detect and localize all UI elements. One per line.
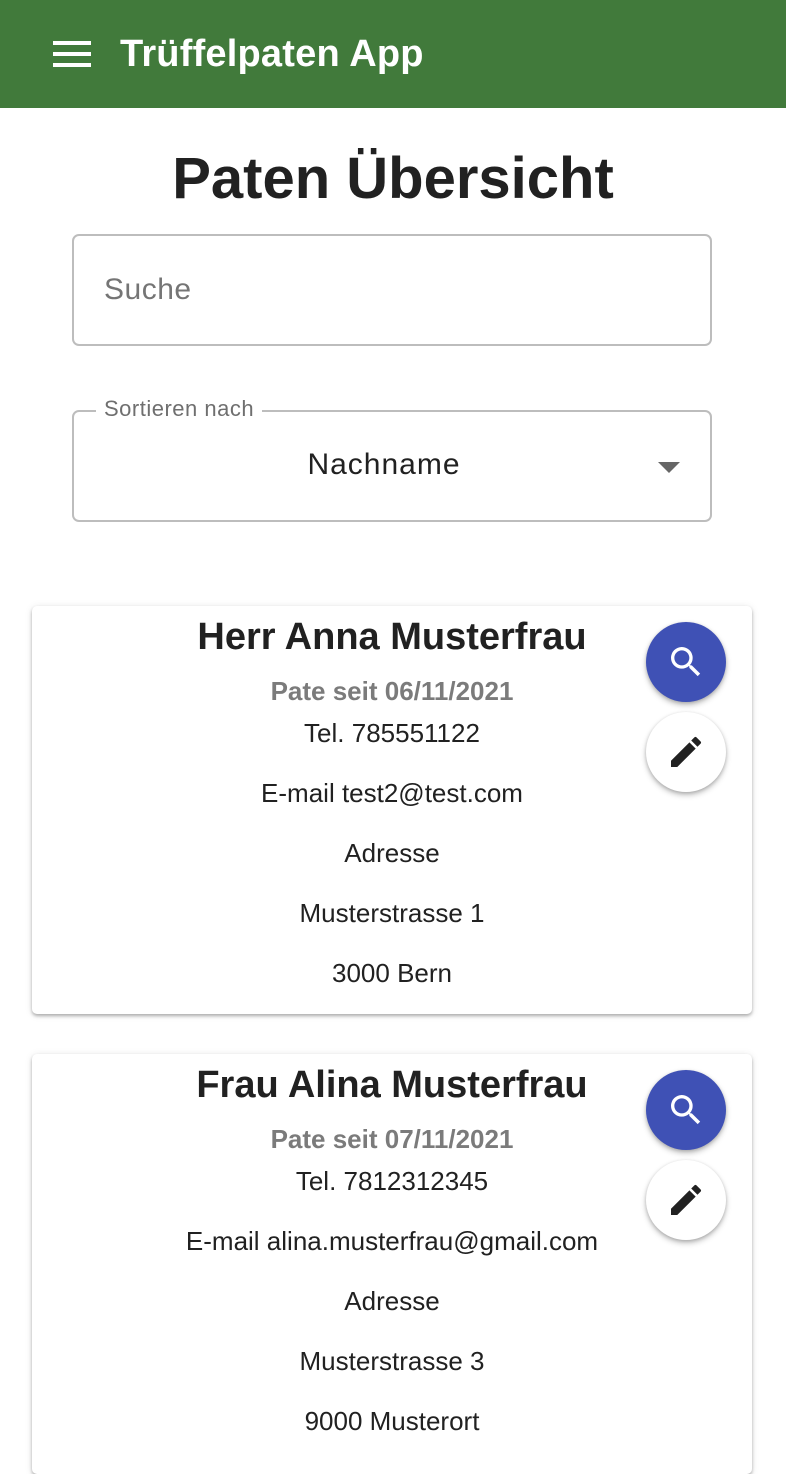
search-field [72, 234, 712, 346]
sponsor-street: Musterstrasse 1 [299, 898, 485, 928]
sponsor-address-label: Adresse [344, 1286, 440, 1316]
menu-icon [53, 41, 91, 67]
sort-label: Sortieren nach [96, 396, 263, 422]
sort-select[interactable]: Sortieren nach Nachname [72, 396, 712, 522]
sponsor-email: E-mail alina.musterfrau@gmail.com [185, 1226, 599, 1256]
sponsor-card: Frau Alina Musterfrau Pate seit 07/11/20… [32, 1054, 752, 1474]
sponsor-card: Herr Anna Musterfrau Pate seit 06/11/202… [32, 606, 752, 1014]
sponsor-street: Musterstrasse 3 [299, 1346, 485, 1376]
dropdown-arrow-icon [658, 462, 680, 473]
app-title: Trüffelpaten App [120, 32, 424, 75]
edit-icon [671, 736, 702, 767]
search-icon [671, 647, 701, 677]
search-icon [671, 1095, 701, 1125]
app-bar: Trüffelpaten App [0, 0, 786, 108]
sponsor-phone: Tel. 7812312345 [295, 1166, 489, 1196]
sponsor-address-label: Adresse [344, 838, 440, 868]
sponsor-phone: Tel. 785551122 [304, 718, 480, 748]
edit-sponsor-button[interactable] [646, 1160, 726, 1240]
sort-selected-value: Nachname [307, 448, 461, 481]
sponsor-since: Pate seit 07/11/2021 [270, 1124, 514, 1154]
menu-button[interactable] [42, 24, 102, 84]
page-title: Paten Übersicht [172, 146, 614, 211]
edit-sponsor-button[interactable] [646, 712, 726, 792]
sponsor-name: Frau Alina Musterfrau [196, 1064, 588, 1106]
sponsor-name: Herr Anna Musterfrau [197, 616, 587, 658]
view-sponsor-button[interactable] [646, 1070, 726, 1150]
view-sponsor-button[interactable] [646, 622, 726, 702]
sponsor-city: 3000 Bern [332, 958, 452, 988]
sponsor-since: Pate seit 06/11/2021 [270, 676, 514, 706]
edit-icon [671, 1184, 702, 1215]
sponsor-email: E-mail test2@test.com [261, 778, 523, 808]
search-input[interactable] [104, 236, 684, 344]
